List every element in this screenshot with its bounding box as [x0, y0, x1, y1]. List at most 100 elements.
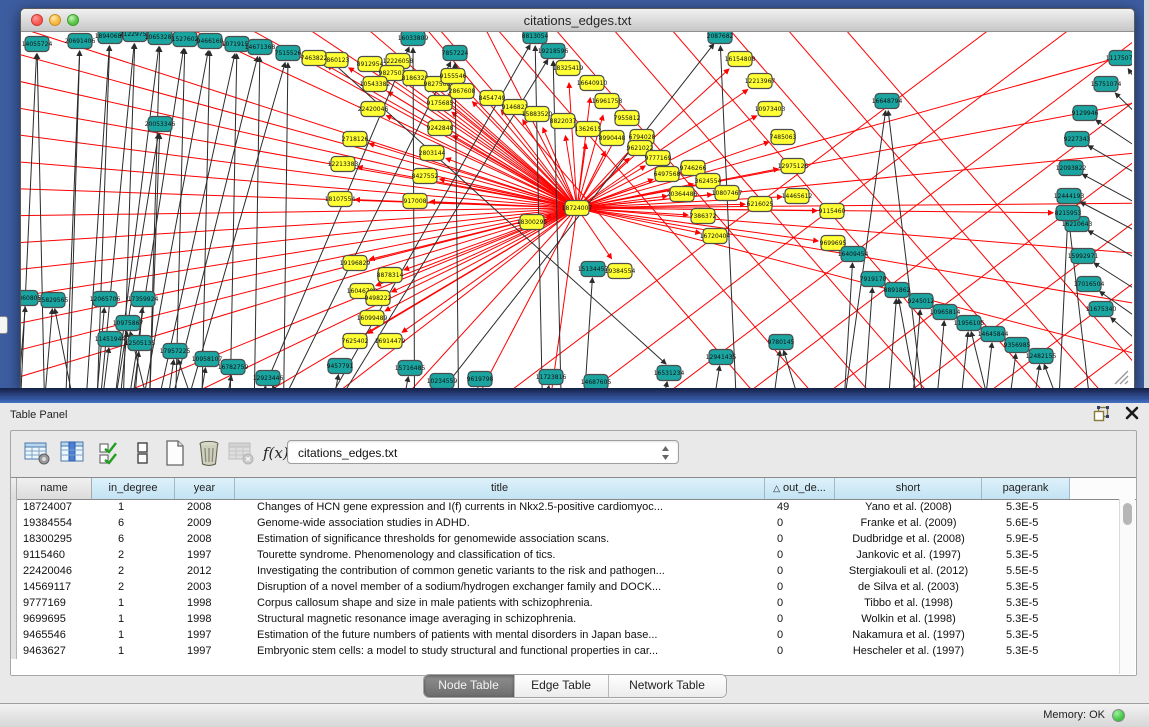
network-node[interactable]: 16033809 [398, 32, 429, 46]
network-node[interactable]: 10973403 [755, 102, 786, 117]
network-node[interactable]: 11175074 [1106, 51, 1132, 66]
table-cell[interactable]: 6 [92, 515, 175, 531]
network-node[interactable]: 12444193 [1054, 189, 1085, 204]
table-cell[interactable]: Structural magnetic resonance image aver… [235, 611, 765, 627]
table-cell[interactable]: 5.3E-5 [982, 627, 1070, 643]
network-node[interactable]: 20053346 [145, 117, 176, 132]
network-node[interactable]: 19384554 [605, 264, 636, 279]
table-cell[interactable]: 9115460 [17, 547, 92, 563]
network-node[interactable]: 1527602 [172, 32, 199, 47]
table-cell[interactable]: 2 [92, 563, 175, 579]
network-node[interactable]: 18107554 [325, 192, 356, 207]
network-node[interactable]: 2087682 [707, 32, 734, 44]
table-row[interactable]: 977716911998Corpus callosum shape and si… [11, 595, 1136, 611]
table-cell[interactable]: Yano et al. (2008) [835, 499, 982, 515]
network-node[interactable]: 10543382 [360, 77, 391, 92]
table-cell[interactable]: Tibbo et al. (1998) [835, 595, 982, 611]
network-node[interactable]: 18325419 [553, 61, 584, 76]
network-node[interactable]: 15883520 [522, 107, 553, 122]
network-node[interactable]: 22420046 [358, 102, 389, 117]
network-node[interactable]: 8891862 [884, 283, 911, 298]
table-cell[interactable]: 18300295 [17, 531, 92, 547]
column-header-in_degree[interactable]: in_degree [92, 478, 175, 499]
resize-grip-icon[interactable] [1115, 371, 1128, 384]
network-node[interactable]: 10234559 [427, 374, 458, 389]
table-cell[interactable]: 22420046 [17, 563, 92, 579]
table-cell[interactable]: 2003 [175, 579, 235, 595]
float-panel-icon[interactable] [1093, 406, 1109, 427]
table-cell[interactable]: 9699695 [17, 611, 92, 627]
network-node[interactable]: 9129946 [1072, 106, 1099, 121]
table-cell[interactable]: 2008 [175, 531, 235, 547]
network-node[interactable]: 12213383 [328, 157, 359, 172]
network-node[interactable]: 8990448 [599, 131, 626, 146]
scrollbar-thumb[interactable] [1123, 503, 1132, 525]
network-node[interactable]: 2718126 [342, 132, 369, 147]
network-node[interactable]: 16914479 [375, 334, 406, 349]
network-node[interactable]: 16640910 [577, 76, 608, 91]
table-cell[interactable]: Nakamura et al. (1997) [835, 627, 982, 643]
table-cell[interactable]: Tourette syndrome. Phenomenology and cla… [235, 547, 765, 563]
tab-network-table[interactable]: Network Table [609, 675, 726, 697]
table-cell[interactable]: 5.3E-5 [982, 579, 1070, 595]
table-cell[interactable]: 1998 [175, 611, 235, 627]
network-node[interactable]: 10975867 [113, 316, 144, 331]
function-builder-icon[interactable]: f(x) [263, 444, 289, 462]
network-node[interactable]: 19196829 [340, 256, 371, 271]
table-cell[interactable]: 0 [765, 611, 835, 627]
table-row[interactable]: 1456911722003Disruption of a novel membe… [11, 579, 1136, 595]
network-node[interactable]: 12093822 [1056, 161, 1087, 176]
table-cell[interactable]: 1 [92, 627, 175, 643]
table-cell[interactable]: 0 [765, 643, 835, 659]
table-cell[interactable]: 5.6E-5 [982, 515, 1070, 531]
network-node[interactable]: 17016504 [1074, 277, 1105, 292]
network-window[interactable]: citations_edges.txt 18724007 9860123 891… [20, 8, 1135, 390]
table-cell[interactable]: 5.3E-5 [982, 499, 1070, 515]
network-node[interactable]: 11723816 [536, 370, 567, 385]
network-node[interactable]: 9466160 [197, 34, 224, 49]
network-node[interactable]: 11675340 [1086, 302, 1117, 317]
table-cell[interactable]: Hescheler et al. (1997) [835, 643, 982, 659]
network-node[interactable]: 17957225 [160, 344, 191, 359]
table-select-dropdown[interactable]: citations_edges.txt [287, 440, 679, 464]
network-node[interactable]: 16154808 [725, 52, 756, 67]
network-node[interactable]: 12941435 [706, 350, 737, 365]
network-node[interactable]: 14687605 [581, 375, 612, 389]
table-cell[interactable]: 2012 [175, 563, 235, 579]
table-cell[interactable]: 1997 [175, 627, 235, 643]
network-node[interactable]: 16961758 [592, 94, 623, 109]
network-node[interactable]: 7955812 [614, 111, 641, 126]
network-node[interactable]: 2867608 [449, 84, 476, 99]
network-node[interactable]: 15716485 [395, 361, 426, 376]
network-canvas[interactable]: 18724007 9860123 8912954 12226058 982750… [21, 32, 1132, 388]
network-node[interactable]: 9245012 [908, 294, 935, 309]
network-node[interactable]: 7625402 [342, 334, 369, 349]
network-node[interactable]: 18724007 [562, 201, 593, 216]
table-cell[interactable]: 6 [92, 531, 175, 547]
table-cell[interactable]: 1 [92, 595, 175, 611]
network-node[interactable]: 7857224 [442, 46, 469, 61]
network-node[interactable]: 15992971 [1068, 249, 1099, 264]
table-cell[interactable]: 1 [92, 643, 175, 659]
table-row[interactable]: 911546021997Tourette syndrome. Phenomeno… [11, 547, 1136, 563]
close-panel-icon[interactable] [1125, 406, 1139, 425]
table-cell[interactable]: 0 [765, 531, 835, 547]
network-node[interactable]: 12505135 [125, 336, 156, 351]
delete-table-icon[interactable] [227, 439, 255, 467]
network-node[interactable]: 9227343 [1064, 132, 1091, 147]
network-node[interactable]: 14465612 [782, 189, 813, 204]
network-node[interactable]: 15751074 [1091, 77, 1122, 92]
network-node[interactable]: 9242848 [427, 121, 454, 136]
network-window-titlebar[interactable]: citations_edges.txt [21, 9, 1134, 32]
network-node[interactable]: 8427552 [412, 169, 439, 184]
network-node[interactable]: 17359924 [128, 292, 159, 307]
table-cell[interactable]: 2 [92, 547, 175, 563]
network-node[interactable]: 11451944 [95, 332, 126, 347]
network-node[interactable]: 16409454 [838, 247, 869, 262]
table-cell[interactable]: 2008 [175, 499, 235, 515]
table-cell[interactable]: 1998 [175, 595, 235, 611]
network-node[interactable]: 16782759 [218, 360, 249, 375]
network-node[interactable]: 7515526 [275, 46, 302, 61]
tab-node-table[interactable]: Node Table [424, 675, 515, 697]
table-cell[interactable]: 0 [765, 595, 835, 611]
